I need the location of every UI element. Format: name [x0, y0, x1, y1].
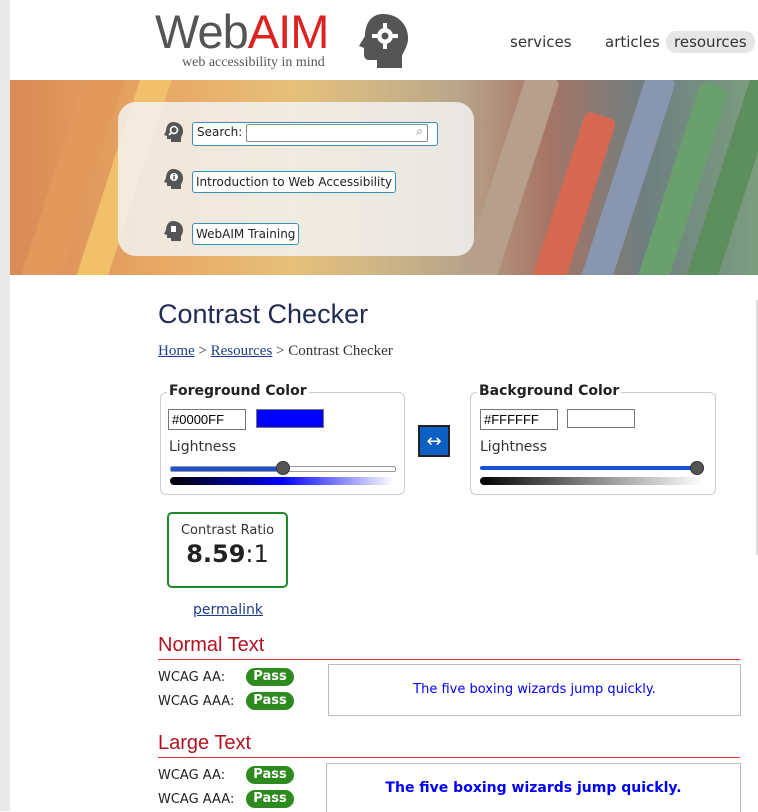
foreground-lightness-handle[interactable] [276, 461, 290, 475]
page-title: Contrast Checker [158, 299, 369, 329]
normal-text-heading: Normal Text [158, 634, 265, 656]
logo-tagline: web accessibility in mind [182, 55, 325, 70]
foreground-lightness-label: Lightness [169, 439, 237, 455]
normal-aaa-pass-badge: Pass [246, 692, 294, 710]
foreground-color-picker[interactable] [256, 409, 324, 428]
background-lightness-label: Lightness [480, 439, 548, 455]
breadcrumb-current: Contrast Checker [288, 343, 393, 359]
large-text-sample: The five boxing wizards jump quickly. [326, 763, 741, 812]
normal-aa-label: WCAG AA: [158, 670, 226, 685]
training-link[interactable]: WebAIM Training [192, 223, 300, 245]
background-lightness-gradient [480, 477, 704, 485]
contrast-ratio-label: Contrast Ratio [180, 523, 275, 538]
background-hex-input[interactable] [480, 409, 558, 430]
nav-articles[interactable]: articles [605, 33, 660, 51]
large-aa-pass-badge: Pass [246, 766, 294, 784]
large-aaa-label: WCAG AAA: [158, 792, 235, 807]
head-gear-logo-icon [359, 14, 409, 68]
normal-aa-pass-badge: Pass [246, 668, 294, 686]
logo[interactable]: WebAIM [155, 4, 330, 59]
foreground-legend: Foreground Color [167, 383, 309, 399]
normal-aaa-label: WCAG AAA: [158, 694, 235, 709]
large-aaa-pass-badge: Pass [246, 790, 294, 808]
breadcrumb-resources[interactable]: Resources [211, 343, 273, 359]
swap-colors-button[interactable]: ↔ [418, 425, 450, 457]
search-input[interactable]: ⌕ [246, 124, 428, 142]
browser-left-edge [0, 0, 10, 811]
breadcrumb-separator: > [194, 343, 211, 359]
site-header: WebAIM web accessibility in mind service… [10, 0, 758, 80]
background-lightness-handle[interactable] [690, 461, 704, 475]
contrast-ratio-value: 8.59:1 [169, 540, 286, 568]
intro-link[interactable]: Introduction to Web Accessibility [192, 171, 397, 193]
logo-web-text: Web [155, 5, 249, 58]
breadcrumb: Home > Resources > Contrast Checker [158, 343, 393, 360]
breadcrumb-separator: > [272, 343, 289, 359]
contrast-ratio-number: 8.59 [186, 540, 246, 568]
background-color-picker[interactable] [567, 409, 635, 428]
search-head-icon [164, 122, 183, 142]
foreground-hex-input[interactable] [168, 409, 246, 430]
normal-text-divider [158, 659, 740, 660]
permalink-link[interactable]: permalink [193, 602, 263, 618]
foreground-lightness-gradient [170, 477, 394, 485]
contrast-ratio-box: Contrast Ratio 8.59:1 [167, 512, 288, 588]
search-label: Search: [197, 125, 243, 139]
nav-services[interactable]: services [510, 33, 572, 51]
logo-aim-text: AIM [247, 5, 330, 58]
large-aa-label: WCAG AA: [158, 768, 226, 783]
background-legend: Background Color [477, 383, 622, 399]
training-head-icon [164, 221, 183, 241]
swap-arrows-icon: ↔ [426, 431, 442, 452]
normal-text-sample: The five boxing wizards jump quickly. [328, 664, 741, 716]
large-text-divider [158, 757, 740, 758]
contrast-ratio-suffix: :1 [245, 540, 269, 568]
large-text-heading: Large Text [158, 732, 252, 754]
breadcrumb-home[interactable]: Home [158, 343, 195, 359]
nav-resources[interactable]: resources [666, 31, 755, 53]
info-head-icon [164, 169, 183, 189]
search-icon[interactable]: ⌕ [416, 124, 423, 139]
background-lightness-slider[interactable] [480, 466, 698, 470]
